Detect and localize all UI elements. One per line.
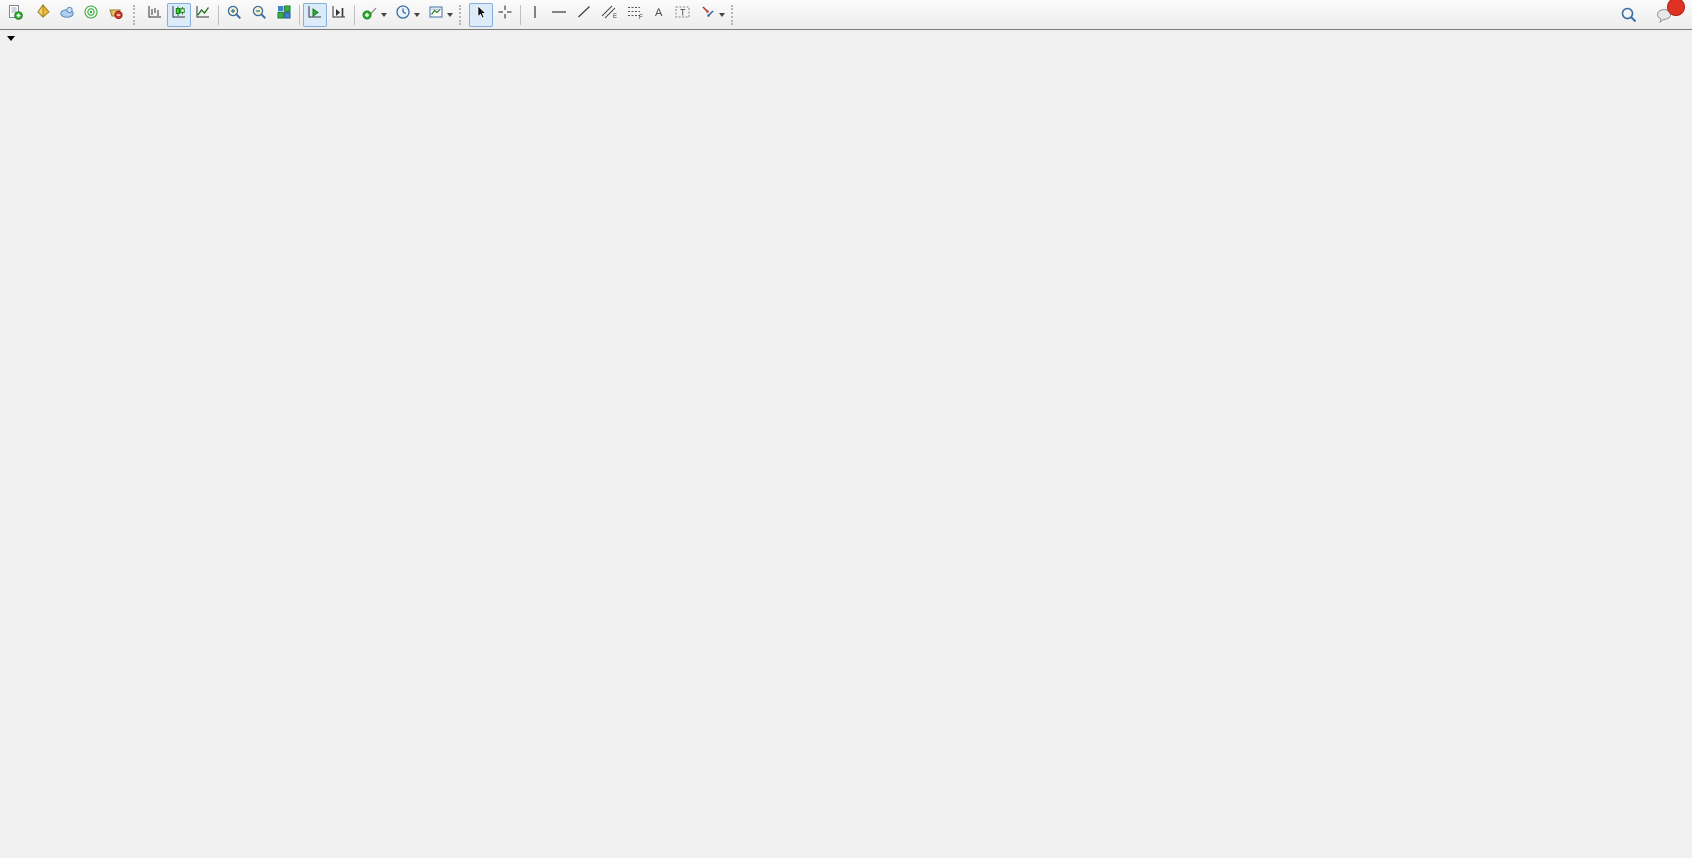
crosshair-icon [497,4,513,25]
horizontal-line-icon [550,4,568,25]
svg-text:E: E [613,14,617,20]
crosshair-button[interactable] [493,3,517,27]
chart-shift-icon [331,4,347,25]
templates-caret-icon [447,13,453,17]
clock-icon [395,4,411,25]
zoom-out-button[interactable] [247,3,272,27]
arrows-caret-icon [719,13,725,17]
tile-windows-icon [276,4,292,25]
main-toolbar: E F A T [0,0,1692,30]
toolbar-separator [299,5,300,25]
zoom-out-icon [251,4,268,26]
notification-badge [1667,0,1685,16]
indicators-button[interactable] [358,3,391,27]
cursor-arrow-icon [473,4,489,25]
toolbar-grip [459,5,465,25]
fibonacci-button[interactable]: F [622,3,648,27]
indicators-icon [362,4,378,25]
kite-icon [35,4,51,25]
new-order-button[interactable] [3,3,31,27]
candlestick-chart-icon [171,4,187,25]
fibonacci-icon: F [626,4,644,25]
auto-scroll-button[interactable] [303,3,327,27]
bar-chart-icon [147,4,163,25]
indicators-caret-icon [381,13,387,17]
channel-button[interactable]: E [596,3,622,27]
horizontal-line-button[interactable] [546,3,572,27]
arrows-button[interactable] [696,3,729,27]
line-chart-button[interactable] [191,3,215,27]
cursor-button[interactable] [469,3,493,27]
trendline-icon [576,4,592,25]
cloud-user-icon [59,4,75,25]
text-label-button[interactable]: T [670,3,696,27]
vertical-line-button[interactable] [524,3,546,27]
text-label-icon: T [674,4,692,25]
tile-windows-button[interactable] [272,3,296,27]
equidistant-channel-icon: E [600,4,618,25]
candlestick-chart-button[interactable] [167,3,191,27]
auto-trading-icon [107,4,123,25]
toolbar-right-icons [1616,3,1678,27]
toolbar-separator [520,5,521,25]
search-button[interactable] [1616,3,1642,27]
templates-button[interactable] [424,3,457,27]
vertical-line-icon [528,4,542,25]
svg-text:A: A [655,7,663,19]
chart-window [0,30,1692,858]
zoom-in-icon [226,4,243,26]
search-icon [1620,6,1638,24]
chart-shift-button[interactable] [327,3,351,27]
svg-text:T: T [680,8,686,18]
bar-chart-button[interactable] [143,3,167,27]
svg-text:F: F [639,15,643,20]
arrows-icon [700,4,716,25]
toolbar-grip [731,5,737,25]
community-button[interactable] [55,3,79,27]
trendline-button[interactable] [572,3,596,27]
auto-trading-button[interactable] [103,3,131,27]
template-icon [428,4,444,25]
auto-scroll-icon [307,4,323,25]
price-chart[interactable] [0,30,1692,858]
periods-caret-icon [414,13,420,17]
zoom-in-button[interactable] [222,3,247,27]
line-chart-icon [195,4,211,25]
radar-icon [83,4,99,25]
toolbar-grip [133,5,139,25]
text-button[interactable]: A [648,3,670,27]
periods-button[interactable] [391,3,424,27]
text-icon: A [652,4,666,25]
toolbar-separator [218,5,219,25]
signals-button[interactable] [79,3,103,27]
new-order-icon [7,4,23,25]
profile-button[interactable] [31,3,55,27]
toolbar-separator [354,5,355,25]
notifications-button[interactable] [1652,3,1678,27]
